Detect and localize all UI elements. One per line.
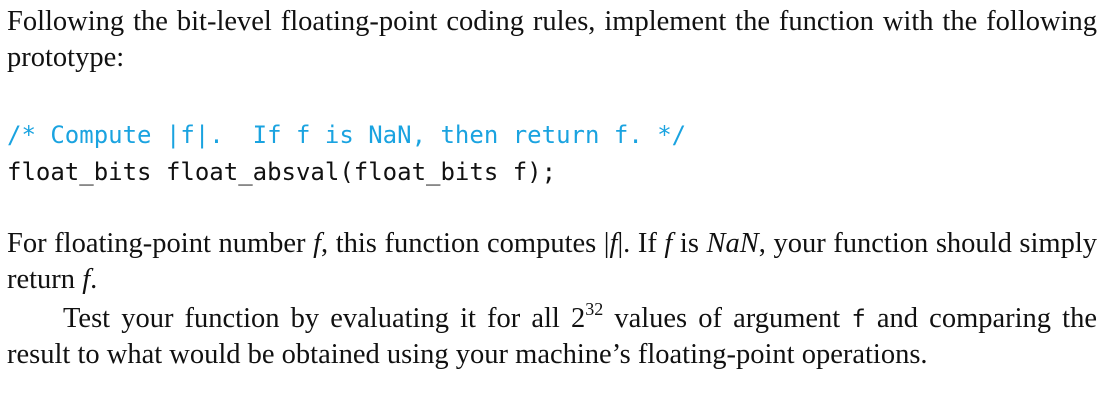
text: values of argument bbox=[603, 303, 852, 334]
math-f: f bbox=[313, 228, 322, 259]
text: Test your function by evaluating it for … bbox=[63, 303, 586, 334]
exponent: 32 bbox=[585, 299, 604, 319]
argument-code: f bbox=[851, 305, 866, 333]
code-comment: /* Compute |f|. If f is NaN, then return… bbox=[7, 121, 687, 149]
text: is bbox=[672, 228, 707, 259]
intro-paragraph: Following the bit-level floating-point c… bbox=[7, 6, 1097, 73]
testing-paragraph: Test your function by evaluating it for … bbox=[7, 299, 1097, 373]
text: For floating-point number bbox=[7, 228, 314, 259]
text: , this function computes | bbox=[321, 228, 610, 259]
code-declaration: float_bits float_absval(float_bits f); bbox=[7, 158, 557, 186]
text: |. If bbox=[617, 228, 665, 259]
text: . bbox=[90, 264, 98, 295]
nan-term: NaN bbox=[706, 228, 759, 259]
math-f: f bbox=[82, 264, 91, 295]
description-paragraph: For floating-point number f, this functi… bbox=[7, 226, 1097, 298]
code-block: /* Compute |f|. If f is NaN, then return… bbox=[7, 117, 686, 191]
